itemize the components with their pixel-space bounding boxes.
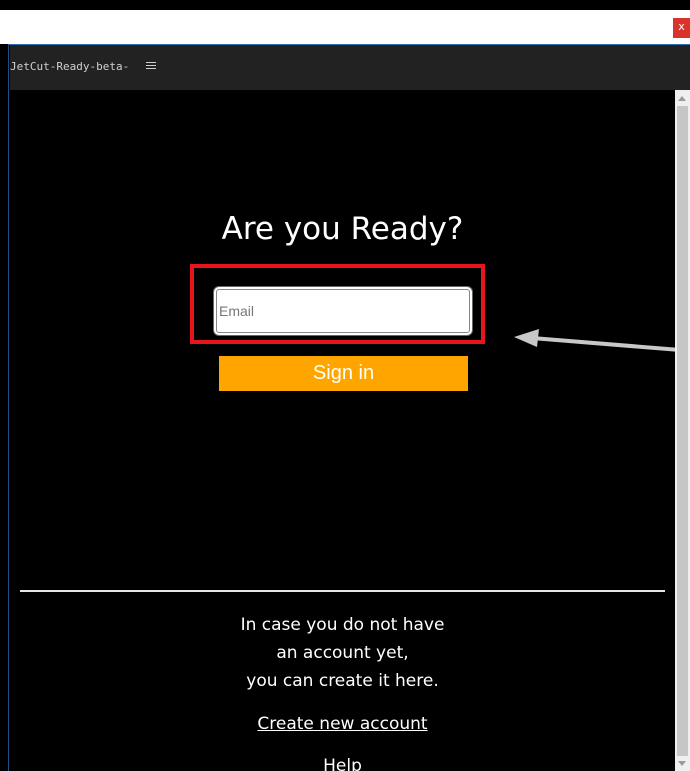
app-window: x JetCut-Ready-beta- Are you Ready? Sign… [0, 0, 690, 771]
signup-info-line: you can create it here. [246, 671, 439, 691]
help-link[interactable]: Help [10, 752, 675, 771]
login-panel: Are you Ready? Sign in In case you do no… [10, 90, 682, 771]
scroll-up-icon[interactable] [678, 96, 686, 101]
window-left-edge [0, 44, 9, 771]
vertical-scrollbar[interactable] [675, 90, 690, 771]
section-divider [20, 590, 665, 592]
scroll-thumb[interactable] [677, 106, 688, 756]
page-title: Are you Ready? [221, 211, 464, 247]
scroll-down-icon[interactable] [678, 761, 686, 766]
signup-info-line: In case you do not have [240, 615, 445, 635]
panel-header: JetCut-Ready-beta- [10, 45, 690, 90]
pointer-arrow [514, 329, 682, 352]
close-button[interactable]: x [673, 18, 690, 38]
hamburger-menu-icon[interactable] [146, 59, 158, 73]
sign-in-button[interactable]: Sign in [219, 356, 468, 391]
panel-title: JetCut-Ready-beta- [10, 60, 130, 73]
create-account-link[interactable]: Create new account [10, 710, 675, 738]
signup-info-line: an account yet, [276, 643, 409, 663]
window-titlebar: x [0, 10, 690, 45]
email-field[interactable] [216, 289, 470, 333]
signup-info: In case you do not have an account yet, … [10, 611, 675, 695]
